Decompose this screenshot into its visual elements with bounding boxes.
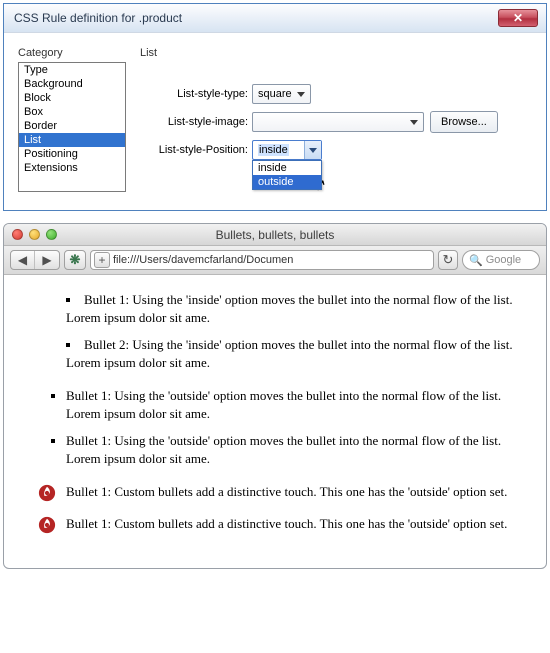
outside-list: Bullet 1: Using the 'outside' option mov…	[26, 387, 524, 467]
list-style-type-label: List-style-type:	[140, 88, 252, 100]
browse-button-label: Browse...	[441, 116, 487, 128]
category-item-border[interactable]: Border	[19, 119, 125, 133]
zoom-window-button[interactable]	[46, 229, 57, 240]
panel-heading: List	[140, 47, 532, 62]
browser-window-title: Bullets, bullets, bullets	[4, 228, 546, 242]
category-item-list[interactable]: List	[19, 133, 125, 147]
chevron-down-icon[interactable]	[304, 141, 321, 159]
category-item-box[interactable]: Box	[19, 105, 125, 119]
dialog-title: CSS Rule definition for .product	[14, 11, 182, 25]
category-item-positioning[interactable]: Positioning	[19, 147, 125, 161]
category-item-type[interactable]: Type	[19, 63, 125, 77]
list-style-position-select[interactable]: inside	[252, 140, 322, 160]
browser-titlebar: Bullets, bullets, bullets	[4, 224, 546, 246]
list-style-position-label: List-style-Position:	[140, 144, 252, 156]
reload-button[interactable]: ↻	[438, 250, 458, 270]
forward-button[interactable]: ▶	[35, 251, 59, 269]
list-item: Bullet 1: Custom bullets add a distincti…	[38, 483, 524, 501]
search-field[interactable]: 🔍 Google	[462, 250, 540, 270]
list-style-position-dropdown: insideoutside	[252, 160, 322, 190]
custom-bullet-icon	[38, 516, 56, 534]
search-placeholder: Google	[486, 254, 521, 266]
css-rule-dialog: CSS Rule definition for .product ✕ Categ…	[3, 3, 547, 211]
custom-bullet-icon	[38, 484, 56, 502]
list-style-image-select[interactable]	[252, 112, 424, 132]
position-option-outside[interactable]: outside	[253, 175, 321, 189]
browser-toolbar: ◀ ▶ ❋ + file:///Users/davemcfarland/Docu…	[4, 246, 546, 275]
category-item-block[interactable]: Block	[19, 91, 125, 105]
close-icon: ✕	[513, 11, 523, 25]
list-style-image-label: List-style-image:	[140, 116, 252, 128]
evernote-icon[interactable]: ❋	[64, 250, 86, 270]
position-option-inside[interactable]: inside	[253, 161, 321, 175]
close-button[interactable]: ✕	[498, 9, 538, 27]
dialog-titlebar: CSS Rule definition for .product ✕	[4, 4, 546, 33]
add-bookmark-button[interactable]: +	[94, 252, 110, 268]
category-item-background[interactable]: Background	[19, 77, 125, 91]
back-button[interactable]: ◀	[11, 251, 35, 269]
list-item: Bullet 1: Using the 'inside' option move…	[66, 291, 524, 326]
category-item-extensions[interactable]: Extensions	[19, 161, 125, 175]
browse-button[interactable]: Browse...	[430, 111, 498, 133]
url-text: file:///Users/davemcfarland/Documen	[113, 254, 293, 266]
traffic-lights	[12, 229, 57, 240]
list-item: Bullet 1: Using the 'outside' option mov…	[66, 432, 524, 467]
address-bar[interactable]: + file:///Users/davemcfarland/Documen	[90, 250, 434, 270]
custom-list: Bullet 1: Custom bullets add a distincti…	[26, 483, 524, 532]
list-item: Bullet 2: Using the 'inside' option move…	[66, 336, 524, 371]
list-style-type-value: square	[258, 88, 292, 100]
inside-list: Bullet 1: Using the 'inside' option move…	[26, 291, 524, 371]
category-heading: Category	[18, 47, 126, 62]
category-list[interactable]: TypeBackgroundBlockBoxBorderListPosition…	[18, 62, 126, 192]
list-style-position-wrap: inside insideoutside	[252, 140, 322, 160]
browser-window: Bullets, bullets, bullets ◀ ▶ ❋ + file:/…	[3, 223, 547, 569]
nav-buttons: ◀ ▶	[10, 250, 60, 270]
page-content: Bullet 1: Using the 'inside' option move…	[4, 275, 546, 568]
list-style-position-value: inside	[258, 144, 289, 156]
list-item: Bullet 1: Using the 'outside' option mov…	[66, 387, 524, 422]
list-item: Bullet 1: Custom bullets add a distincti…	[38, 515, 524, 533]
search-icon: 🔍	[469, 254, 483, 267]
close-window-button[interactable]	[12, 229, 23, 240]
list-style-type-select[interactable]: square	[252, 84, 311, 104]
minimize-window-button[interactable]	[29, 229, 40, 240]
